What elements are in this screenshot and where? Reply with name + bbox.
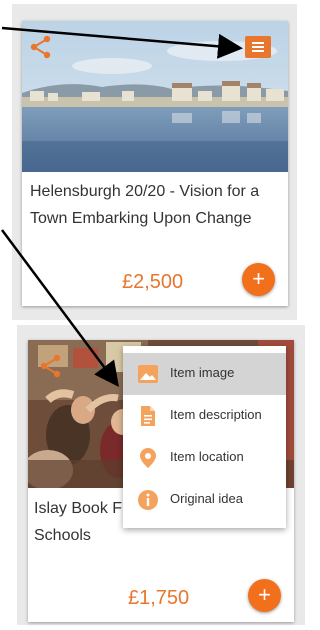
share-icon[interactable] xyxy=(30,35,52,59)
menu-item-label: Item description xyxy=(170,407,262,422)
info-icon xyxy=(137,489,159,511)
project-card-helensburgh[interactable]: Helensburgh 20/20 - Vision for a Town Em… xyxy=(22,21,288,306)
share-icon[interactable] xyxy=(40,354,62,378)
menu-item-original-idea[interactable]: Original idea xyxy=(123,479,286,521)
menu-icon[interactable] xyxy=(245,36,271,58)
card-price: £2,500 xyxy=(122,271,184,293)
menu-item-label: Item image xyxy=(170,365,235,380)
card-title: Helensburgh 20/20 - Vision for a Town Em… xyxy=(30,183,260,227)
image-icon xyxy=(137,363,159,385)
item-options-menu: Item image Item description Item locatio… xyxy=(123,346,286,528)
card-price: £1,750 xyxy=(128,587,190,609)
menu-item-image[interactable]: Item image xyxy=(123,353,286,395)
menu-item-label: Original idea xyxy=(170,491,243,506)
add-button[interactable]: + xyxy=(248,579,281,612)
location-pin-icon xyxy=(137,447,159,469)
menu-item-label: Item location xyxy=(170,449,244,464)
menu-item-description[interactable]: Item description xyxy=(123,395,286,437)
menu-item-location[interactable]: Item location xyxy=(123,437,286,479)
add-button[interactable]: + xyxy=(242,263,275,296)
document-icon xyxy=(137,405,159,427)
